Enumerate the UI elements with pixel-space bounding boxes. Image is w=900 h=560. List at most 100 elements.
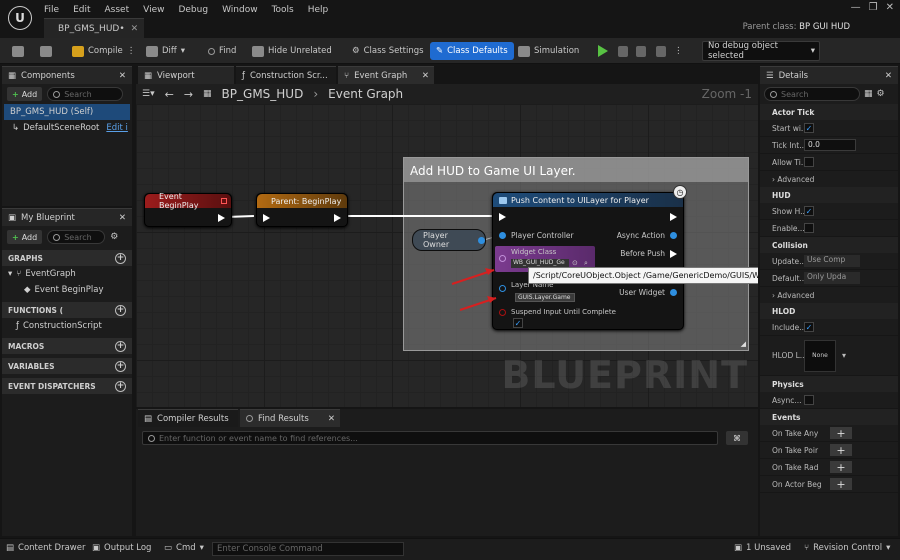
add-member-button[interactable]: + Add (7, 230, 43, 244)
add-event-button[interactable]: + (830, 444, 852, 457)
tab-compiler-results[interactable]: ▤ Compiler Results (138, 409, 238, 427)
construction-script-item[interactable]: ƒ ConstructionScript (2, 318, 132, 334)
show-hud-checkbox[interactable]: ✓ (804, 206, 814, 216)
component-self-item[interactable]: BP_GMS_HUD (Self) (4, 104, 130, 120)
document-tab[interactable]: BP_GMS_HUD• ✕ (44, 18, 144, 38)
add-function-icon[interactable]: + (115, 304, 126, 316)
gear-icon[interactable]: ⚙ (877, 89, 885, 99)
event-graph-item[interactable]: ▾ ⑂ EventGraph (2, 266, 132, 282)
actor-tick-advanced[interactable]: › Advanced (760, 171, 898, 187)
eject-button[interactable] (656, 42, 666, 60)
components-search-input[interactable]: Search (47, 87, 124, 101)
breadcrumb-root[interactable]: BP_GMS_HUD (222, 87, 304, 101)
macros-section[interactable]: MACROS + (2, 338, 132, 354)
unsaved-button[interactable]: ▣ 1 Unsaved (734, 543, 791, 553)
async-physics-checkbox[interactable] (804, 395, 814, 405)
my-blueprint-search-input[interactable]: Search (47, 230, 106, 244)
close-icon[interactable]: ✕ (328, 414, 335, 424)
enable-checkbox[interactable] (804, 223, 814, 233)
play-options-button[interactable]: ⋮ (674, 42, 683, 60)
binoculars-button[interactable]: ⌘ (726, 431, 748, 445)
tab-viewport[interactable]: ▦ Viewport (138, 66, 234, 84)
advance-frame-button[interactable] (618, 42, 628, 60)
allow-tick-checkbox[interactable] (804, 157, 814, 167)
functions-section[interactable]: FUNCTIONS (+ (2, 302, 132, 318)
close-icon[interactable]: ✕ (131, 24, 139, 34)
variables-section[interactable]: VARIABLES + (2, 358, 132, 374)
edit-in-cpp-link[interactable]: Edit i (106, 123, 128, 133)
add-macro-icon[interactable]: + (115, 340, 126, 352)
tab-event-graph[interactable]: ⑂ Event Graph ✕ (338, 66, 434, 84)
menu-file[interactable]: File (44, 5, 69, 15)
event-begin-play-item[interactable]: ◆ Event BeginPlay (2, 282, 132, 298)
menu-window[interactable]: Window (222, 5, 268, 15)
table-view-icon[interactable]: ▦ (864, 89, 873, 99)
collision-advanced[interactable]: › Advanced (760, 287, 898, 303)
hlod-section[interactable]: HLOD (760, 303, 898, 319)
play-button[interactable] (598, 42, 608, 60)
simulation-button[interactable]: Simulation (518, 42, 579, 60)
back-arrow-icon[interactable]: ← (165, 88, 174, 101)
parent-class-value[interactable]: BP GUI HUD (799, 22, 850, 32)
console-input[interactable]: Enter Console Command (212, 542, 404, 556)
revision-control-button[interactable]: ⑂ Revision Control ▾ (804, 543, 890, 553)
events-section[interactable]: Events (760, 409, 898, 425)
menu-edit[interactable]: Edit (73, 5, 100, 15)
add-dispatcher-icon[interactable]: + (115, 380, 126, 392)
class-defaults-button[interactable]: ✎ Class Defaults (430, 42, 514, 60)
add-component-button[interactable]: + Add (7, 87, 43, 101)
collision-section[interactable]: Collision (760, 237, 898, 253)
update-overlaps-select[interactable]: Use Comp (804, 255, 860, 267)
find-references-input[interactable]: Enter function or event name to find ref… (142, 431, 718, 445)
components-tab[interactable]: ▦ Components ✕ (2, 66, 132, 84)
browse-button[interactable] (40, 42, 52, 60)
tab-find-results[interactable]: Find Results ✕ (240, 409, 340, 427)
close-icon[interactable]: ✕ (885, 71, 892, 81)
menu-tools[interactable]: Tools (272, 5, 304, 15)
add-event-button[interactable]: + (830, 478, 852, 491)
more-options-icon[interactable]: ⋮ (127, 46, 136, 56)
details-search-input[interactable]: Search (764, 87, 860, 101)
actor-tick-section[interactable]: Actor Tick (760, 104, 898, 120)
hlod-layer-thumbnail[interactable]: None (804, 339, 836, 372)
tick-interval-input[interactable]: 0.0 (804, 139, 856, 151)
output-log-button[interactable]: ▣ Output Log (92, 543, 151, 553)
menu-debug[interactable]: Debug (178, 5, 218, 15)
default-update-select[interactable]: Only Upda (804, 272, 860, 284)
close-icon[interactable]: ✕ (119, 213, 126, 223)
close-window-icon[interactable]: ✕ (886, 2, 894, 13)
graphs-section[interactable]: GRAPHS + (2, 250, 132, 266)
debug-object-select[interactable]: No debug object selected ▾ (702, 41, 820, 61)
chevron-down-icon[interactable]: ▾ (842, 351, 846, 360)
my-blueprint-tab[interactable]: ▣ My Blueprint ✕ (2, 208, 132, 226)
component-root-item[interactable]: ↳ DefaultSceneRoot Edit i (2, 120, 132, 136)
class-settings-button[interactable]: ⚙ Class Settings (352, 42, 424, 60)
hide-unrelated-button[interactable]: Hide Unrelated (252, 42, 332, 60)
hamburger-icon[interactable]: ☰▾ (142, 89, 155, 99)
tab-construction-script[interactable]: ƒ Construction Scr... (236, 66, 336, 84)
find-button[interactable]: Find (208, 42, 236, 60)
menu-asset[interactable]: Asset (105, 5, 140, 15)
include-actor-checkbox[interactable]: ✓ (804, 322, 814, 332)
close-icon[interactable]: ✕ (422, 71, 429, 81)
stop-button[interactable] (636, 42, 646, 60)
save-button[interactable] (12, 42, 24, 60)
cmd-button[interactable]: ▭ Cmd ▾ (164, 543, 204, 553)
event-graph-canvas[interactable]: Add HUD to Game UI Layer. ◢ Event BeginP… (136, 104, 758, 407)
gear-icon[interactable]: ⚙ (110, 232, 118, 242)
maximize-icon[interactable]: ❐ (869, 2, 878, 13)
forward-arrow-icon[interactable]: → (184, 88, 193, 101)
event-dispatchers-section[interactable]: EVENT DISPATCHERS + (2, 378, 132, 394)
close-icon[interactable]: ✕ (119, 71, 126, 81)
add-variable-icon[interactable]: + (115, 360, 126, 372)
physics-section[interactable]: Physics (760, 376, 898, 392)
hud-section[interactable]: HUD (760, 187, 898, 203)
details-tab[interactable]: ☰ Details ✕ (760, 66, 898, 84)
add-event-button[interactable]: + (830, 427, 852, 440)
diff-button[interactable]: Diff ▾ (146, 42, 185, 60)
add-event-button[interactable]: + (830, 461, 852, 474)
add-graph-icon[interactable]: + (115, 252, 126, 264)
compile-button[interactable]: Compile ⋮ (72, 42, 135, 60)
start-with-tick-checkbox[interactable]: ✓ (804, 123, 814, 133)
menu-help[interactable]: Help (308, 5, 339, 15)
